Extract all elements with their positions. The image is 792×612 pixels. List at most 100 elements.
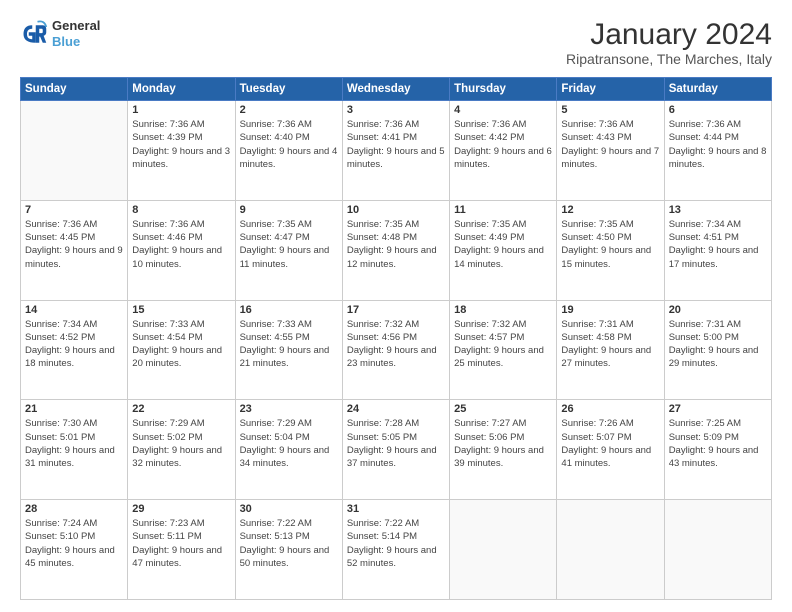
table-row: 21 Sunrise: 7:30 AMSunset: 5:01 PMDayligh… bbox=[21, 400, 128, 500]
logo-text: General Blue bbox=[52, 18, 100, 49]
day-info: Sunrise: 7:36 AMSunset: 4:46 PMDaylight:… bbox=[132, 218, 230, 271]
day-info: Sunrise: 7:22 AMSunset: 5:13 PMDaylight:… bbox=[240, 517, 338, 570]
day-number: 4 bbox=[454, 104, 552, 116]
day-number: 30 bbox=[240, 503, 338, 515]
calendar-week-row: 21 Sunrise: 7:30 AMSunset: 5:01 PMDayligh… bbox=[21, 400, 772, 500]
day-info: Sunrise: 7:30 AMSunset: 5:01 PMDaylight:… bbox=[25, 417, 123, 470]
day-info: Sunrise: 7:23 AMSunset: 5:11 PMDaylight:… bbox=[132, 517, 230, 570]
weekday-header-row: Sunday Monday Tuesday Wednesday Thursday… bbox=[21, 78, 772, 101]
header-sunday: Sunday bbox=[21, 78, 128, 101]
day-info: Sunrise: 7:29 AMSunset: 5:04 PMDaylight:… bbox=[240, 417, 338, 470]
table-row: 4 Sunrise: 7:36 AMSunset: 4:42 PMDaylight… bbox=[450, 101, 557, 201]
table-row bbox=[21, 101, 128, 201]
logo-line2: Blue bbox=[52, 34, 100, 50]
table-row: 17 Sunrise: 7:32 AMSunset: 4:56 PMDayligh… bbox=[342, 300, 449, 400]
day-info: Sunrise: 7:36 AMSunset: 4:42 PMDaylight:… bbox=[454, 118, 552, 171]
table-row: 16 Sunrise: 7:33 AMSunset: 4:55 PMDayligh… bbox=[235, 300, 342, 400]
table-row: 22 Sunrise: 7:29 AMSunset: 5:02 PMDayligh… bbox=[128, 400, 235, 500]
day-info: Sunrise: 7:32 AMSunset: 4:57 PMDaylight:… bbox=[454, 318, 552, 371]
table-row: 3 Sunrise: 7:36 AMSunset: 4:41 PMDaylight… bbox=[342, 101, 449, 201]
title-block: January 2024 Ripatransone, The Marches, … bbox=[566, 18, 772, 67]
day-info: Sunrise: 7:35 AMSunset: 4:47 PMDaylight:… bbox=[240, 218, 338, 271]
logo-icon bbox=[20, 20, 48, 48]
day-info: Sunrise: 7:24 AMSunset: 5:10 PMDaylight:… bbox=[25, 517, 123, 570]
calendar-table: Sunday Monday Tuesday Wednesday Thursday… bbox=[20, 77, 772, 600]
day-number: 2 bbox=[240, 104, 338, 116]
day-number: 5 bbox=[561, 104, 659, 116]
day-number: 8 bbox=[132, 204, 230, 216]
day-number: 20 bbox=[669, 304, 767, 316]
day-number: 22 bbox=[132, 403, 230, 415]
table-row: 1Sunrise: 7:36 AMSunset: 4:39 PMDaylight… bbox=[128, 101, 235, 201]
table-row: 27 Sunrise: 7:25 AMSunset: 5:09 PMDayligh… bbox=[664, 400, 771, 500]
table-row: 19Sunrise: 7:31 AMSunset: 4:58 PMDayligh… bbox=[557, 300, 664, 400]
table-row: 29Sunrise: 7:23 AMSunset: 5:11 PMDayligh… bbox=[128, 500, 235, 600]
day-info: Sunrise: 7:35 AMSunset: 4:50 PMDaylight:… bbox=[561, 218, 659, 271]
day-number: 26 bbox=[561, 403, 659, 415]
day-number: 28 bbox=[25, 503, 123, 515]
header-friday: Friday bbox=[557, 78, 664, 101]
day-number: 12 bbox=[561, 204, 659, 216]
day-number: 1 bbox=[132, 104, 230, 116]
day-info: Sunrise: 7:34 AMSunset: 4:51 PMDaylight:… bbox=[669, 218, 767, 271]
day-info: Sunrise: 7:31 AMSunset: 5:00 PMDaylight:… bbox=[669, 318, 767, 371]
day-info: Sunrise: 7:36 AMSunset: 4:41 PMDaylight:… bbox=[347, 118, 445, 171]
day-number: 25 bbox=[454, 403, 552, 415]
day-info: Sunrise: 7:34 AMSunset: 4:52 PMDaylight:… bbox=[25, 318, 123, 371]
day-number: 7 bbox=[25, 204, 123, 216]
table-row: 26 Sunrise: 7:26 AMSunset: 5:07 PMDayligh… bbox=[557, 400, 664, 500]
calendar-subtitle: Ripatransone, The Marches, Italy bbox=[566, 51, 772, 67]
day-info: Sunrise: 7:31 AMSunset: 4:58 PMDaylight:… bbox=[561, 318, 659, 371]
day-info: Sunrise: 7:32 AMSunset: 4:56 PMDaylight:… bbox=[347, 318, 445, 371]
table-row: 7 Sunrise: 7:36 AMSunset: 4:45 PMDaylight… bbox=[21, 200, 128, 300]
page: General Blue January 2024 Ripatransone, … bbox=[0, 0, 792, 612]
day-info: Sunrise: 7:36 AMSunset: 4:44 PMDaylight:… bbox=[669, 118, 767, 171]
day-number: 17 bbox=[347, 304, 445, 316]
day-info: Sunrise: 7:36 AMSunset: 4:45 PMDaylight:… bbox=[25, 218, 123, 271]
day-info: Sunrise: 7:33 AMSunset: 4:54 PMDaylight:… bbox=[132, 318, 230, 371]
table-row bbox=[664, 500, 771, 600]
calendar-week-row: 7 Sunrise: 7:36 AMSunset: 4:45 PMDaylight… bbox=[21, 200, 772, 300]
table-row: 6 Sunrise: 7:36 AMSunset: 4:44 PMDaylight… bbox=[664, 101, 771, 201]
day-number: 10 bbox=[347, 204, 445, 216]
logo: General Blue bbox=[20, 18, 100, 49]
table-row: 28 Sunrise: 7:24 AMSunset: 5:10 PMDayligh… bbox=[21, 500, 128, 600]
day-number: 16 bbox=[240, 304, 338, 316]
day-number: 21 bbox=[25, 403, 123, 415]
day-number: 31 bbox=[347, 503, 445, 515]
day-info: Sunrise: 7:22 AMSunset: 5:14 PMDaylight:… bbox=[347, 517, 445, 570]
day-number: 11 bbox=[454, 204, 552, 216]
day-number: 3 bbox=[347, 104, 445, 116]
day-info: Sunrise: 7:29 AMSunset: 5:02 PMDaylight:… bbox=[132, 417, 230, 470]
day-info: Sunrise: 7:36 AMSunset: 4:40 PMDaylight:… bbox=[240, 118, 338, 171]
calendar-week-row: 1Sunrise: 7:36 AMSunset: 4:39 PMDaylight… bbox=[21, 101, 772, 201]
table-row: 5Sunrise: 7:36 AMSunset: 4:43 PMDaylight… bbox=[557, 101, 664, 201]
header-tuesday: Tuesday bbox=[235, 78, 342, 101]
day-info: Sunrise: 7:26 AMSunset: 5:07 PMDaylight:… bbox=[561, 417, 659, 470]
calendar-week-row: 28 Sunrise: 7:24 AMSunset: 5:10 PMDayligh… bbox=[21, 500, 772, 600]
header-thursday: Thursday bbox=[450, 78, 557, 101]
day-info: Sunrise: 7:27 AMSunset: 5:06 PMDaylight:… bbox=[454, 417, 552, 470]
table-row: 30 Sunrise: 7:22 AMSunset: 5:13 PMDayligh… bbox=[235, 500, 342, 600]
day-number: 9 bbox=[240, 204, 338, 216]
calendar-title: January 2024 bbox=[566, 18, 772, 51]
day-info: Sunrise: 7:28 AMSunset: 5:05 PMDaylight:… bbox=[347, 417, 445, 470]
table-row: 23Sunrise: 7:29 AMSunset: 5:04 PMDayligh… bbox=[235, 400, 342, 500]
table-row: 11Sunrise: 7:35 AMSunset: 4:49 PMDayligh… bbox=[450, 200, 557, 300]
table-row bbox=[450, 500, 557, 600]
day-number: 15 bbox=[132, 304, 230, 316]
table-row bbox=[557, 500, 664, 600]
table-row: 8 Sunrise: 7:36 AMSunset: 4:46 PMDaylight… bbox=[128, 200, 235, 300]
day-number: 14 bbox=[25, 304, 123, 316]
table-row: 31 Sunrise: 7:22 AMSunset: 5:14 PMDayligh… bbox=[342, 500, 449, 600]
day-number: 27 bbox=[669, 403, 767, 415]
table-row: 20 Sunrise: 7:31 AMSunset: 5:00 PMDayligh… bbox=[664, 300, 771, 400]
day-number: 6 bbox=[669, 104, 767, 116]
day-number: 13 bbox=[669, 204, 767, 216]
day-info: Sunrise: 7:33 AMSunset: 4:55 PMDaylight:… bbox=[240, 318, 338, 371]
table-row: 15 Sunrise: 7:33 AMSunset: 4:54 PMDayligh… bbox=[128, 300, 235, 400]
table-row: 12 Sunrise: 7:35 AMSunset: 4:50 PMDayligh… bbox=[557, 200, 664, 300]
day-info: Sunrise: 7:25 AMSunset: 5:09 PMDaylight:… bbox=[669, 417, 767, 470]
table-row: 10Sunrise: 7:35 AMSunset: 4:48 PMDayligh… bbox=[342, 200, 449, 300]
day-number: 24 bbox=[347, 403, 445, 415]
